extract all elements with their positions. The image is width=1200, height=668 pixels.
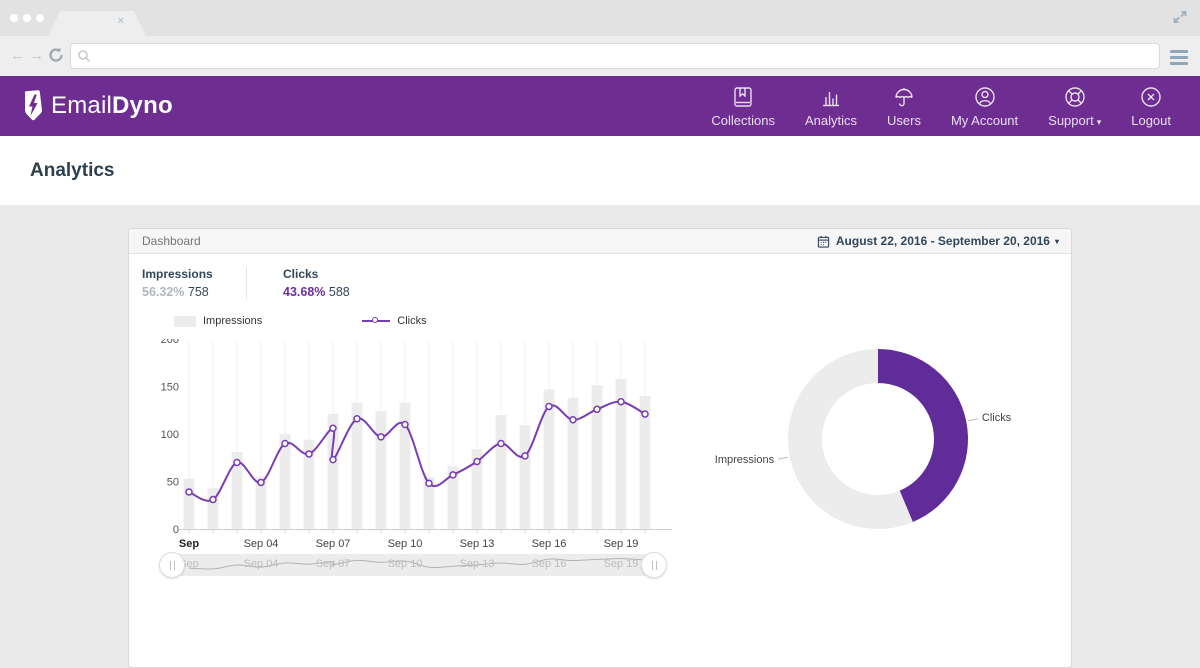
stats-summary: Impressions 56.32% 758 Clicks 43.68% 588 bbox=[142, 267, 369, 299]
bolt-pin-icon bbox=[20, 90, 46, 122]
card-header: Dashboard August 22, 2016 - September 20… bbox=[129, 229, 1071, 254]
page-content: Dashboard August 22, 2016 - September 20… bbox=[0, 205, 1200, 630]
svg-text:Sep 19: Sep 19 bbox=[604, 538, 639, 550]
collections-icon bbox=[731, 85, 755, 109]
slider-tick-label: Sep 13 bbox=[460, 558, 495, 570]
svg-text:Sep 10: Sep 10 bbox=[388, 538, 423, 550]
bar-chart-icon bbox=[819, 85, 843, 109]
svg-text:Sep 16: Sep 16 bbox=[532, 538, 567, 550]
nav-item-analytics[interactable]: Analytics bbox=[790, 85, 872, 128]
card-title: Dashboard bbox=[142, 234, 201, 248]
stat-percent: 56.32% bbox=[142, 285, 184, 299]
nav-label: My Account bbox=[951, 113, 1018, 128]
line-swatch-icon bbox=[362, 320, 390, 322]
window-dot-icon[interactable] bbox=[23, 14, 31, 22]
legend-item-impressions[interactable]: Impressions bbox=[174, 315, 262, 327]
date-range-picker[interactable]: August 22, 2016 - September 20, 2016 ▾ bbox=[817, 234, 1059, 248]
slider-handle-right[interactable] bbox=[641, 552, 667, 578]
window-dot-icon[interactable] bbox=[10, 14, 18, 22]
page-title: Analytics bbox=[30, 160, 114, 182]
slider-handle-left[interactable] bbox=[159, 552, 185, 578]
svg-text:0: 0 bbox=[173, 524, 179, 536]
svg-text:50: 50 bbox=[167, 477, 179, 489]
slider-tick-label: Sep 04 bbox=[244, 558, 279, 570]
stat-impressions: Impressions 56.32% 758 bbox=[142, 267, 246, 299]
nav-label: Users bbox=[887, 113, 921, 128]
svg-text:150: 150 bbox=[161, 382, 179, 394]
chart-legend: Impressions Clicks bbox=[174, 315, 427, 327]
calendar-icon bbox=[817, 235, 830, 248]
window-controls[interactable] bbox=[10, 14, 44, 22]
dashboard-card: Dashboard August 22, 2016 - September 20… bbox=[128, 228, 1072, 668]
chevron-down-icon: ▾ bbox=[1055, 237, 1059, 246]
forward-button-icon[interactable]: → bbox=[29, 47, 44, 65]
logout-icon bbox=[1139, 85, 1163, 109]
nav-label: Logout bbox=[1131, 113, 1171, 128]
back-button-icon[interactable]: ← bbox=[10, 47, 25, 65]
date-range-label: August 22, 2016 - September 20, 2016 bbox=[836, 234, 1050, 248]
address-input[interactable] bbox=[70, 43, 1160, 69]
page-header: Analytics bbox=[0, 136, 1200, 205]
search-icon bbox=[77, 49, 91, 63]
brand-logo[interactable]: EmailDyno bbox=[20, 90, 173, 122]
svg-text:200: 200 bbox=[161, 339, 179, 346]
reload-icon[interactable] bbox=[47, 46, 65, 64]
slider-tick-label: Sep 16 bbox=[532, 558, 567, 570]
legend-label: Clicks bbox=[397, 315, 426, 327]
umbrella-icon bbox=[892, 85, 916, 109]
menu-icon[interactable] bbox=[1170, 50, 1188, 68]
nav-label: Collections bbox=[711, 113, 775, 128]
stat-label: Clicks bbox=[283, 267, 369, 281]
legend-item-clicks[interactable]: Clicks bbox=[362, 315, 426, 327]
drag-handle-icon bbox=[652, 561, 657, 570]
nav-item-collections[interactable]: Collections bbox=[696, 85, 790, 128]
slider-tick-label: Sep 10 bbox=[388, 558, 423, 570]
combo-chart: 0 50 100 150 200 Sep Sep 04 Sep 07 Sep 10 Sep 13 S… bbox=[149, 339, 694, 554]
account-icon bbox=[973, 85, 997, 109]
legend-label: Impressions bbox=[203, 315, 262, 327]
svg-text:Sep 07: Sep 07 bbox=[316, 538, 351, 550]
nav-label: Analytics bbox=[805, 113, 857, 128]
stat-label: Impressions bbox=[142, 267, 246, 281]
slider-tick-label: Sep 19 bbox=[604, 558, 639, 570]
nav-menu: Collections Analytics Users M bbox=[696, 85, 1186, 128]
brand-name: EmailDyno bbox=[51, 92, 173, 120]
nav-item-logout[interactable]: Logout bbox=[1116, 85, 1186, 128]
app-navbar: EmailDyno Collections Analytics bbox=[0, 76, 1200, 136]
chevron-down-icon: ▾ bbox=[1097, 117, 1102, 127]
svg-text:Sep: Sep bbox=[179, 538, 199, 550]
svg-text:Sep 13: Sep 13 bbox=[460, 538, 495, 550]
svg-text:Clicks: Clicks bbox=[982, 412, 1012, 424]
nav-label: Support▾ bbox=[1048, 113, 1101, 128]
svg-text:Sep 04: Sep 04 bbox=[244, 538, 279, 550]
drag-handle-icon bbox=[170, 561, 175, 570]
browser-top-bar: × bbox=[0, 0, 1200, 36]
divider bbox=[246, 267, 247, 299]
bar-swatch-icon bbox=[174, 316, 196, 327]
stat-value: 588 bbox=[329, 285, 350, 299]
window-dot-icon[interactable] bbox=[36, 14, 44, 22]
donut-chart: Clicks Impressions bbox=[689, 329, 1073, 549]
expand-window-icon[interactable] bbox=[1172, 9, 1188, 25]
nav-item-support[interactable]: Support▾ bbox=[1033, 85, 1116, 128]
nav-item-my-account[interactable]: My Account bbox=[936, 85, 1033, 128]
stat-percent: 43.68% bbox=[283, 285, 325, 299]
close-tab-icon[interactable]: × bbox=[118, 16, 124, 27]
nav-item-users[interactable]: Users bbox=[872, 85, 936, 128]
slider-tick-label: Sep 07 bbox=[316, 558, 351, 570]
range-slider[interactable]: SepSep 04Sep 07Sep 10Sep 13Sep 16Sep 19 bbox=[161, 554, 663, 576]
svg-text:100: 100 bbox=[161, 429, 179, 441]
browser-tab[interactable]: × bbox=[48, 11, 146, 36]
svg-text:Impressions: Impressions bbox=[715, 454, 775, 466]
stat-value: 758 bbox=[188, 285, 209, 299]
stat-clicks: Clicks 43.68% 588 bbox=[265, 267, 369, 299]
browser-address-bar: ← → bbox=[0, 36, 1200, 76]
lifebuoy-icon bbox=[1063, 85, 1087, 109]
